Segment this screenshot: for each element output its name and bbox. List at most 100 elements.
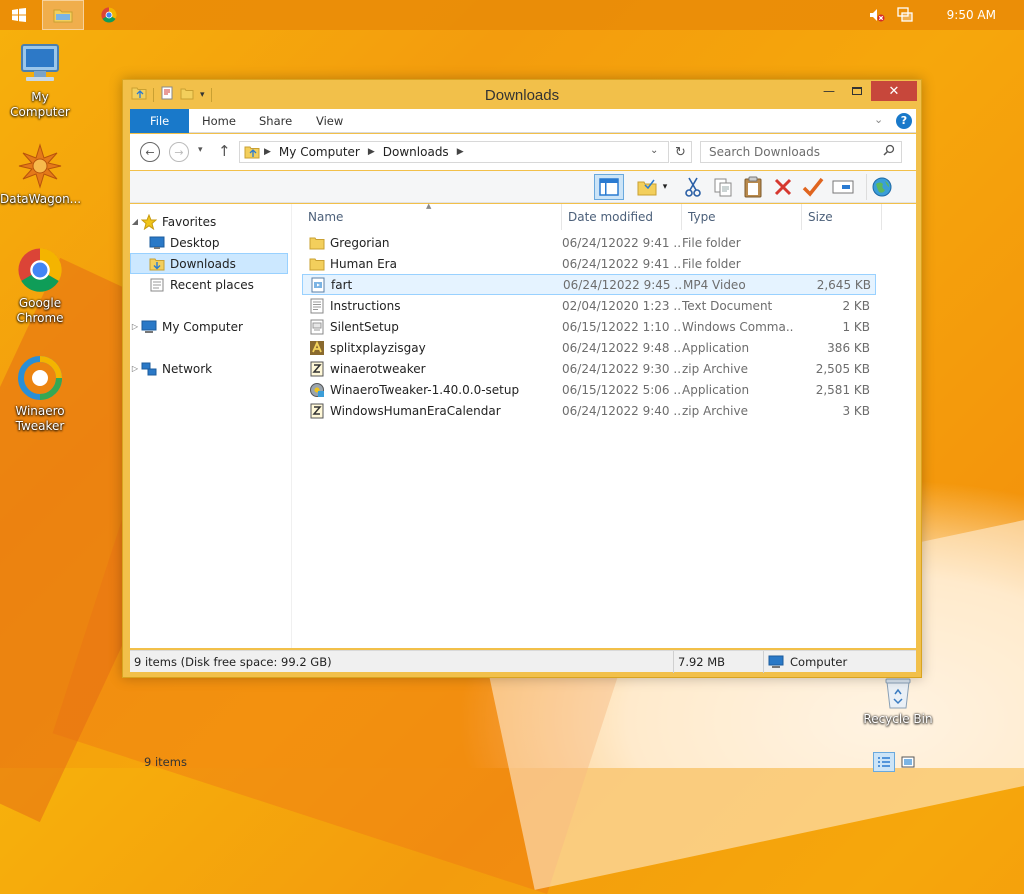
file-row[interactable]: winaerotweaker 06/24/12022 9:30 ... zip Ar… bbox=[302, 358, 876, 379]
nav-my-computer[interactable]: ▷ My Computer bbox=[130, 316, 288, 337]
column-header-name[interactable]: Name ▲ bbox=[302, 202, 562, 230]
file-name: SilentSetup bbox=[330, 319, 399, 334]
text-file-icon bbox=[308, 298, 326, 314]
file-row[interactable]: WindowsHumanEraCalendar 06/24/12022 9:40 … bbox=[302, 400, 876, 421]
nav-label: Recent places bbox=[170, 277, 254, 292]
taskbar-chrome[interactable] bbox=[88, 0, 130, 30]
video-file-icon bbox=[309, 277, 327, 293]
tab-share[interactable]: Share bbox=[245, 109, 306, 133]
application-icon bbox=[308, 340, 326, 356]
delete-icon bbox=[774, 178, 792, 196]
rename-button[interactable] bbox=[830, 174, 856, 200]
close-button[interactable]: ✕ bbox=[871, 81, 917, 101]
ribbon-tabs: File Home Share View ⌄ ? bbox=[130, 109, 916, 133]
status-location-label: Computer bbox=[790, 655, 848, 669]
file-row[interactable]: splitxplayzisgay 06/24/12022 9:48 ... Appl… bbox=[302, 337, 876, 358]
desktop-icon-google-chrome[interactable]: Google Chrome bbox=[0, 246, 80, 326]
expand-arrow-icon[interactable]: ◢ bbox=[130, 217, 140, 226]
file-type: zip Archive bbox=[682, 361, 748, 376]
search-box[interactable] bbox=[700, 141, 902, 163]
nav-network[interactable]: ▷ Network bbox=[130, 358, 288, 379]
search-icon[interactable] bbox=[883, 144, 895, 159]
computer-icon bbox=[140, 319, 158, 335]
network-icon[interactable] bbox=[895, 5, 915, 25]
nav-favorites[interactable]: ◢ Favorites bbox=[130, 211, 288, 232]
file-name-cell: WindowsHumanEraCalendar bbox=[302, 403, 562, 419]
file-type: Text Document bbox=[682, 298, 773, 313]
select-all-button[interactable] bbox=[634, 174, 660, 200]
tab-home[interactable]: Home bbox=[188, 109, 250, 133]
globe-icon bbox=[872, 177, 891, 197]
sort-ascending-icon: ▲ bbox=[426, 202, 432, 210]
file-size: 2,581 KB bbox=[815, 382, 870, 397]
large-icons-view-button[interactable] bbox=[898, 752, 918, 772]
title-bar[interactable]: ▾ Downloads — ✕ bbox=[123, 80, 921, 110]
address-bar[interactable]: ▶ My Computer ▶ Downloads ▶ ⌄ bbox=[239, 141, 669, 163]
breadcrumb-separator-icon[interactable]: ▶ bbox=[368, 147, 375, 157]
windows-logo-icon bbox=[12, 8, 26, 22]
breadcrumb-my-computer[interactable]: My Computer bbox=[279, 145, 360, 159]
file-row[interactable]: WinaeroTweaker-1.40.0.0-setup 06/15/12022… bbox=[302, 379, 876, 400]
breadcrumb-separator-icon[interactable]: ▶ bbox=[457, 147, 464, 157]
taskbar-file-explorer[interactable] bbox=[42, 0, 84, 30]
copy-button[interactable] bbox=[710, 174, 736, 200]
search-input[interactable] bbox=[701, 142, 871, 162]
file-date: 06/24/12022 9:41 ... bbox=[562, 256, 682, 271]
folder-icon bbox=[53, 9, 73, 23]
column-header-size[interactable]: Size bbox=[802, 204, 882, 230]
details-view-button[interactable] bbox=[873, 752, 895, 772]
file-row[interactable]: Instructions 02/04/12020 1:23 ... Text Doc… bbox=[302, 295, 876, 316]
recent-places-icon bbox=[148, 277, 166, 293]
breadcrumb-separator-icon[interactable]: ▶ bbox=[264, 147, 271, 157]
file-type: Application bbox=[682, 382, 750, 397]
column-header-type[interactable]: Type bbox=[682, 204, 802, 230]
properties-button[interactable] bbox=[800, 174, 826, 200]
expand-arrow-icon[interactable]: ▷ bbox=[130, 364, 140, 373]
rename-icon bbox=[832, 180, 854, 194]
forward-button[interactable]: → bbox=[169, 142, 189, 162]
nav-desktop[interactable]: Desktop bbox=[130, 232, 288, 253]
tab-file[interactable]: File bbox=[130, 109, 190, 133]
downloads-folder-icon bbox=[148, 256, 166, 272]
tab-view[interactable]: View bbox=[302, 109, 357, 133]
file-row[interactable]: fart 06/24/12022 9:45 ... MP4 Video 2,645 K… bbox=[302, 274, 876, 295]
desktop-icon-datawagon[interactable]: DataWagon... bbox=[0, 142, 81, 207]
refresh-button[interactable]: ↻ bbox=[670, 141, 692, 163]
preview-pane-button[interactable] bbox=[594, 174, 624, 200]
paste-button[interactable] bbox=[740, 174, 766, 200]
file-row[interactable]: SilentSetup 06/15/12022 1:10 ... Windows C… bbox=[302, 316, 876, 337]
file-size: 3 KB bbox=[842, 403, 870, 418]
file-row[interactable]: Human Era 06/24/12022 9:41 ... File folder bbox=[302, 253, 876, 274]
help-icon[interactable]: ? bbox=[896, 113, 912, 129]
back-button[interactable]: ← bbox=[140, 142, 160, 162]
column-header-date[interactable]: Date modified bbox=[562, 204, 682, 230]
volume-muted-icon[interactable] bbox=[867, 5, 887, 25]
up-button[interactable]: ↑ bbox=[218, 142, 231, 160]
maximize-button[interactable] bbox=[843, 81, 871, 101]
file-name: winaerotweaker bbox=[330, 361, 426, 376]
breadcrumb-downloads[interactable]: Downloads bbox=[383, 145, 449, 159]
batch-file-icon bbox=[308, 319, 326, 335]
file-type: MP4 Video bbox=[683, 277, 746, 292]
file-row[interactable]: Gregorian 06/24/12022 9:41 ... File folder bbox=[302, 232, 876, 253]
desktop-icon-winaero-tweaker[interactable]: Winaero Tweaker bbox=[0, 354, 80, 434]
select-dropdown-icon[interactable]: ▾ bbox=[658, 174, 672, 200]
back-arrow-icon: ← bbox=[145, 145, 155, 159]
file-size: 2 KB bbox=[842, 298, 870, 313]
clock[interactable]: 9:50 AM bbox=[947, 8, 996, 22]
column-label: Date modified bbox=[568, 210, 654, 224]
address-dropdown-icon[interactable]: ⌄ bbox=[650, 145, 658, 156]
recent-locations-icon[interactable]: ▾ bbox=[198, 145, 203, 155]
globe-button[interactable] bbox=[866, 174, 896, 200]
file-name-cell: winaerotweaker bbox=[302, 361, 562, 377]
expand-ribbon-icon[interactable]: ⌄ bbox=[874, 113, 883, 126]
start-button[interactable] bbox=[0, 0, 38, 30]
cut-button[interactable] bbox=[680, 174, 706, 200]
minimize-button[interactable]: — bbox=[815, 81, 843, 101]
expand-arrow-icon[interactable]: ▷ bbox=[130, 322, 140, 331]
desktop-icon-my-computer[interactable]: My Computer bbox=[0, 40, 80, 120]
nav-downloads[interactable]: Downloads bbox=[130, 253, 288, 274]
delete-button[interactable] bbox=[770, 174, 796, 200]
nav-recent-places[interactable]: Recent places bbox=[130, 274, 288, 295]
desktop-icon-recycle-bin[interactable]: Recycle Bin bbox=[858, 676, 938, 727]
